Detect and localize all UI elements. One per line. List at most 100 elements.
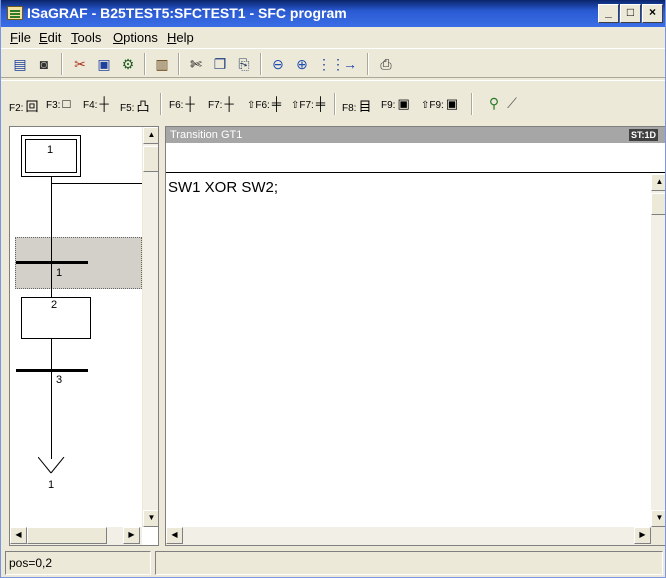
cut-all-icon[interactable]: ✂ bbox=[71, 55, 89, 73]
scroll-down-button[interactable]: ▼ bbox=[651, 510, 665, 527]
step-2-number: 2 bbox=[51, 299, 58, 311]
zoom-in-icon[interactable]: ⊕ bbox=[293, 55, 311, 73]
initial-step[interactable]: 1 bbox=[21, 135, 81, 177]
shift-f6-button[interactable]: ⇧F6: ╪ bbox=[247, 96, 281, 111]
scroll-thumb[interactable] bbox=[143, 146, 158, 172]
menu-bar: File Edit Tools Options Help bbox=[1, 27, 665, 47]
f4-key-label: F4: bbox=[83, 100, 98, 111]
maximize-button[interactable]: □ bbox=[620, 4, 641, 23]
copy-icon[interactable]: ❐ bbox=[211, 55, 229, 73]
shift-f7-key-label: ⇧F7: bbox=[291, 100, 314, 111]
menu-edit[interactable]: Edit bbox=[39, 30, 61, 45]
f6-divergence-button[interactable]: F6: ┼ bbox=[169, 96, 195, 111]
f3-key-label: F3: bbox=[46, 100, 61, 111]
monitor-icon[interactable]: ▣ bbox=[95, 55, 113, 73]
sfc-diagram-panel: 1 1 2 3 1 ▲ ▼ ◀ ▶ bbox=[9, 126, 159, 546]
scroll-thumb[interactable] bbox=[651, 193, 665, 215]
f5-key-label: F5: bbox=[120, 103, 135, 114]
expand-icon: ▣ bbox=[445, 96, 459, 111]
scroll-up-button[interactable]: ▲ bbox=[651, 174, 665, 191]
jump-target-number: 1 bbox=[48, 479, 55, 491]
editor-horizontal-scrollbar[interactable]: ◀ ▶ bbox=[166, 527, 651, 545]
isagraf-app-icon[interactable] bbox=[7, 6, 23, 20]
transition-bar[interactable] bbox=[16, 369, 88, 372]
horizontal-scroll-thumb[interactable] bbox=[27, 527, 107, 544]
sfc-element-toolbar: F2: 回 F3: □ F4: ┼ F5: 凸 F6: ┼ F7: ┼ ⇧F6: ╪ ⇧F7:… bbox=[1, 80, 665, 124]
sfc-chart-area[interactable]: 1 1 2 3 1 bbox=[10, 127, 142, 527]
person-icon[interactable]: ⚲ bbox=[485, 94, 503, 112]
step-icon: 回 bbox=[25, 99, 39, 114]
title-bar[interactable]: ISaGRAF - B25TEST5:SFCTEST1 - SFC progra… bbox=[1, 0, 665, 27]
shift-f6-key-label: ⇧F6: bbox=[247, 100, 270, 111]
action-block-icon: 目 bbox=[358, 99, 372, 114]
close-button[interactable]: × bbox=[642, 4, 663, 23]
sfc-vertical-scrollbar[interactable]: ▲ ▼ bbox=[142, 127, 158, 527]
editor-vertical-scrollbar[interactable]: ▲ ▼ bbox=[651, 174, 665, 527]
divergence-icon: ┼ bbox=[185, 96, 195, 111]
library-icon[interactable]: ▥ bbox=[153, 55, 171, 73]
minimize-button[interactable]: _ bbox=[598, 4, 619, 23]
transition-number: 3 bbox=[56, 374, 63, 386]
f3-step-button[interactable]: F3: □ bbox=[46, 96, 70, 111]
editor-title: Transition GT1 bbox=[170, 129, 243, 141]
position-status: pos=0,2 bbox=[5, 551, 151, 575]
toolbar-separator bbox=[471, 93, 473, 115]
menu-file[interactable]: File bbox=[10, 30, 31, 45]
zoom-out-icon[interactable]: ⊖ bbox=[269, 55, 287, 73]
scroll-down-button[interactable]: ▼ bbox=[143, 510, 158, 527]
menu-tools[interactable]: Tools bbox=[71, 30, 101, 45]
toolbar-separator bbox=[260, 53, 262, 75]
sfc-program-window: ISaGRAF - B25TEST5:SFCTEST1 - SFC progra… bbox=[0, 0, 666, 578]
sfc-horizontal-scrollbar[interactable]: ◀ ▶ bbox=[10, 527, 142, 545]
grid-icon[interactable]: ⋮⋮ bbox=[317, 55, 345, 73]
scroll-left-button[interactable]: ◀ bbox=[166, 527, 183, 544]
transition-bar[interactable] bbox=[16, 261, 88, 264]
convergence-icon: ┼ bbox=[224, 96, 234, 111]
f5-jump-button[interactable]: F5: 凸 bbox=[120, 96, 149, 115]
toolbar-separator bbox=[61, 53, 63, 75]
link-line bbox=[51, 177, 52, 247]
magic-wand-icon[interactable]: ⟋ bbox=[503, 94, 521, 112]
jump-icon: 凸 bbox=[136, 99, 150, 114]
shift-f9-button[interactable]: ⇧F9: ▣ bbox=[421, 96, 458, 112]
print-icon[interactable]: ⎙ bbox=[377, 55, 395, 73]
f8-button[interactable]: F8: 目 bbox=[342, 96, 371, 115]
initial-step-number: 1 bbox=[47, 144, 54, 156]
scrollbar-corner bbox=[651, 527, 665, 545]
f8-key-label: F8: bbox=[342, 103, 357, 114]
f6-key-label: F6: bbox=[169, 100, 184, 111]
scissors-icon[interactable]: ✄ bbox=[187, 55, 205, 73]
jump-arrow-icon bbox=[38, 457, 65, 474]
save-icon[interactable]: ◙ bbox=[35, 55, 53, 73]
transition-code-text[interactable]: SW1 XOR SW2; bbox=[168, 179, 278, 196]
tools-icon[interactable]: ⚙ bbox=[119, 55, 137, 73]
transition-icon: □ bbox=[62, 96, 71, 111]
scroll-left-button[interactable]: ◀ bbox=[10, 527, 27, 544]
arrow-right-icon[interactable]: → bbox=[341, 55, 359, 73]
toolbar-separator bbox=[334, 93, 336, 115]
f7-convergence-button[interactable]: F7: ┼ bbox=[208, 96, 234, 111]
menu-options[interactable]: Options bbox=[113, 30, 158, 45]
language-badge[interactable]: ST:1D bbox=[628, 129, 658, 141]
main-toolbar: ▤ ◙ ✂ ▣ ⚙ ▥ ✄ ❐ ⎘ ⊖ ⊕ ⋮⋮ → ⎙ bbox=[1, 48, 665, 78]
scroll-up-button[interactable]: ▲ bbox=[143, 127, 158, 144]
parallel-convergence-icon: ╪ bbox=[315, 96, 326, 111]
scroll-right-button[interactable]: ▶ bbox=[634, 527, 651, 544]
open-file-icon[interactable]: ▤ bbox=[11, 55, 29, 73]
paste-icon[interactable]: ⎘ bbox=[235, 55, 253, 73]
scroll-right-button[interactable]: ▶ bbox=[123, 527, 140, 544]
f4-link-button[interactable]: F4: ┼ bbox=[83, 96, 109, 111]
parallel-divergence-icon: ╪ bbox=[271, 96, 282, 111]
link-line bbox=[51, 339, 52, 459]
step-2[interactable]: 2 bbox=[21, 297, 91, 339]
shift-f7-button[interactable]: ⇧F7: ╪ bbox=[291, 96, 325, 111]
toolbar-separator bbox=[367, 53, 369, 75]
f9-button[interactable]: F9: ▣ bbox=[381, 96, 410, 112]
editor-header: Transition GT1 ST:1D bbox=[166, 127, 665, 143]
editor-comment-line[interactable] bbox=[166, 143, 665, 173]
transition-editor-panel: Transition GT1 ST:1D SW1 XOR SW2; ▲ ▼ ◀ … bbox=[165, 126, 665, 546]
action-link-line bbox=[51, 183, 142, 184]
menu-help[interactable]: Help bbox=[167, 30, 194, 45]
link-line bbox=[51, 247, 52, 297]
f2-step-button[interactable]: F2: 回 bbox=[9, 96, 38, 115]
